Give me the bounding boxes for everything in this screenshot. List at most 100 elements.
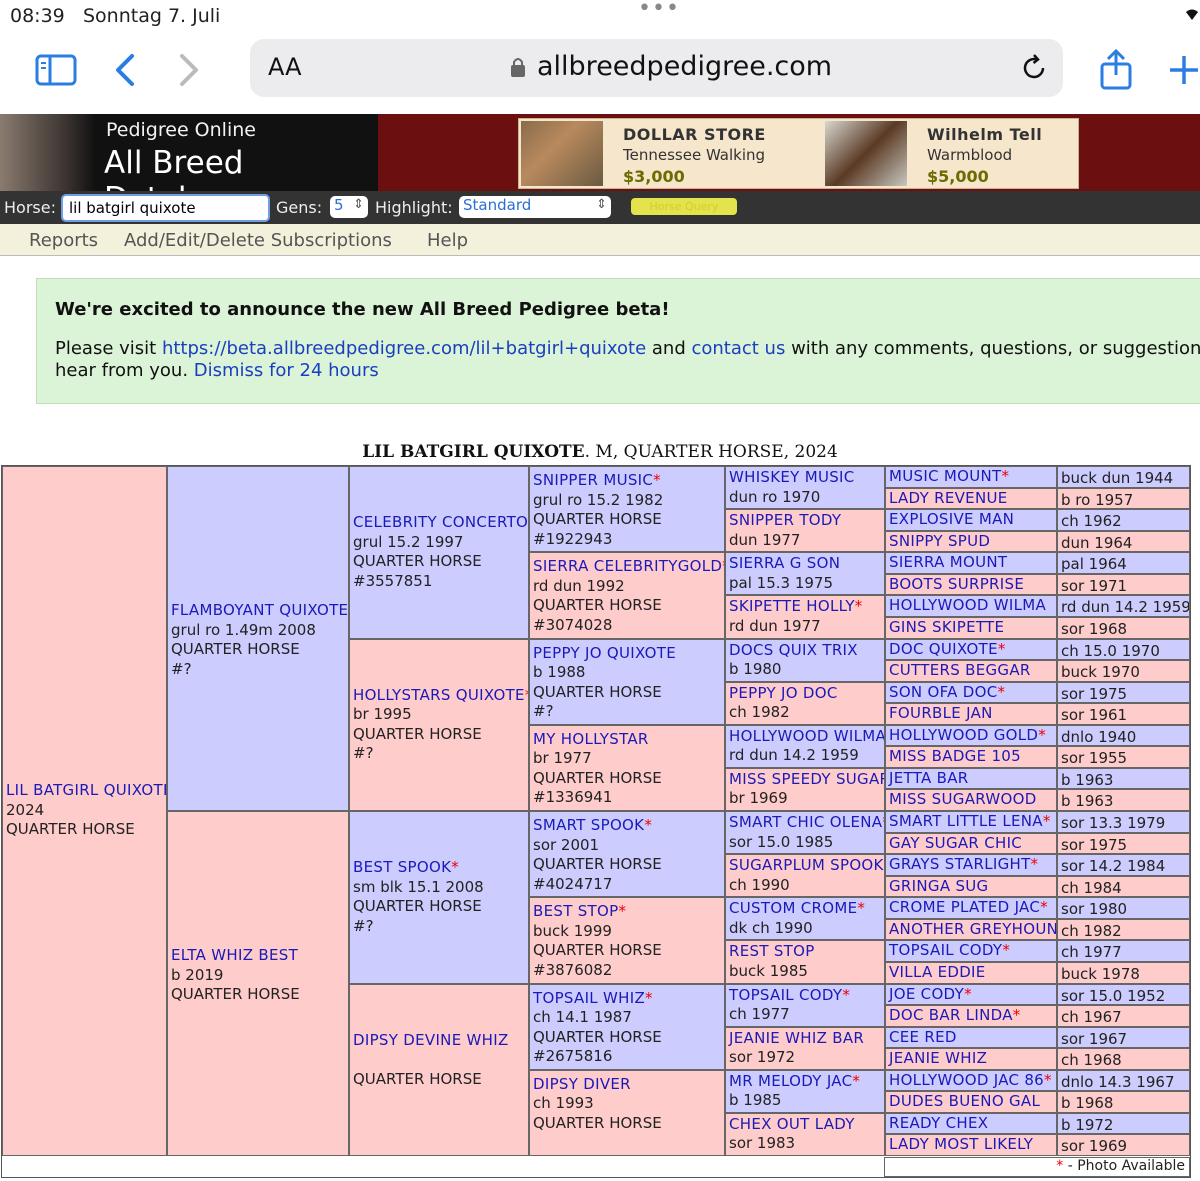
horse-name-link[interactable]: EXPLOSIVE MAN: [889, 510, 1014, 528]
horse-name-link[interactable]: CUTTERS BEGGAR: [889, 661, 1031, 679]
horse-name-link[interactable]: GAY SUGAR CHIC: [889, 834, 1022, 852]
horse-name-link[interactable]: JEANIE WHIZ: [889, 1049, 987, 1067]
horse-name-link[interactable]: PEPPY JO QUIXOTE: [533, 644, 676, 662]
contact-link[interactable]: contact us: [691, 338, 785, 359]
url-text[interactable]: allbreedpedigree.com: [537, 51, 832, 82]
horse-name-link[interactable]: DOCS QUIX TRIX: [729, 641, 858, 659]
menu-subscriptions[interactable]: Add/Edit/Delete Subscriptions: [124, 230, 392, 251]
photo-star-icon[interactable]: *: [1013, 1006, 1021, 1024]
horse-name-link[interactable]: GINS SKIPETTE: [889, 618, 1004, 636]
horse-name-link[interactable]: TOPSAIL CODY: [729, 986, 842, 1004]
horse-name-link[interactable]: TOPSAIL WHIZ: [533, 989, 645, 1007]
horse-name-link[interactable]: MISS BADGE 105: [889, 747, 1021, 765]
photo-star-icon[interactable]: *: [653, 471, 661, 489]
horse-name-link[interactable]: JOE CODY: [889, 985, 964, 1003]
new-tab-icon[interactable]: [1162, 48, 1200, 92]
reload-icon[interactable]: [1019, 53, 1049, 83]
photo-star-icon[interactable]: *: [644, 816, 652, 834]
horse-search-input[interactable]: [61, 194, 270, 222]
ad-item[interactable]: DOLLAR STORE Tennessee Walking $3,000: [519, 119, 819, 188]
horse-name-link[interactable]: GRAYS STARLIGHT: [889, 855, 1031, 873]
photo-star-icon[interactable]: *: [1043, 812, 1051, 830]
photo-star-icon[interactable]: *: [1031, 855, 1039, 873]
horse-name-link[interactable]: DIPSY DIVER: [533, 1075, 631, 1093]
horse-name-link[interactable]: VILLA EDDIE: [889, 963, 986, 981]
horse-name-link[interactable]: SON OFA DOC: [889, 683, 998, 701]
horse-name-link[interactable]: SMART SPOOK: [533, 816, 644, 834]
horse-query-button[interactable]: Horse Query: [631, 198, 737, 215]
horse-name-link[interactable]: DOC QUIXOTE: [889, 640, 998, 658]
photo-star-icon[interactable]: *: [1040, 898, 1048, 916]
photo-star-icon[interactable]: *: [998, 640, 1006, 658]
ad-item[interactable]: Wilhelm Tell Warmblood $5,000: [823, 119, 1079, 188]
horse-name-link[interactable]: MISS SUGARWOOD: [889, 790, 1037, 808]
horse-name-link[interactable]: DIPSY DEVINE WHIZ: [353, 1031, 509, 1049]
sidebar-icon[interactable]: [34, 48, 78, 92]
horse-name-link[interactable]: READY CHEX: [889, 1114, 988, 1132]
horse-name-link[interactable]: BEST STOP: [533, 902, 618, 920]
forward-icon[interactable]: [166, 48, 210, 92]
photo-star-icon[interactable]: *: [1038, 726, 1046, 744]
share-icon[interactable]: [1094, 48, 1138, 92]
horse-name-link[interactable]: BEST SPOOK: [353, 858, 451, 876]
horse-name-link[interactable]: SUGARPLUM SPOOK: [729, 856, 884, 874]
horse-name-link[interactable]: LADY REVENUE: [889, 489, 1008, 507]
horse-name-link[interactable]: SMART LITTLE LENA: [889, 812, 1043, 830]
photo-star-icon[interactable]: *: [451, 858, 459, 876]
photo-star-icon[interactable]: *: [857, 899, 865, 917]
horse-name-link[interactable]: GRINGA SUG: [889, 877, 988, 895]
multitasking-dots-icon[interactable]: •••: [638, 0, 680, 21]
photo-star-icon[interactable]: *: [852, 1072, 860, 1090]
menu-reports[interactable]: Reports: [29, 230, 98, 251]
horse-name-link[interactable]: ELTA WHIZ BEST: [171, 946, 298, 964]
horse-name-link[interactable]: MR MELODY JAC: [729, 1072, 852, 1090]
highlight-select[interactable]: Standard ⇕: [459, 196, 611, 218]
gens-select[interactable]: 5 ⇕: [330, 196, 368, 218]
horse-name-link[interactable]: HOLLYWOOD JAC 86: [889, 1071, 1044, 1089]
menu-help[interactable]: Help: [427, 230, 468, 251]
photo-star-icon[interactable]: *: [645, 989, 653, 1007]
horse-name-link[interactable]: JETTA BAR: [889, 769, 969, 787]
horse-name-link[interactable]: BOOTS SURPRISE: [889, 575, 1024, 593]
horse-name-link[interactable]: MY HOLLYSTAR: [533, 730, 649, 748]
horse-name-link[interactable]: FLAMBOYANT QUIXOTE: [171, 601, 348, 619]
photo-star-icon[interactable]: *: [1002, 467, 1010, 485]
horse-name-link[interactable]: SMART CHIC OLENA: [729, 813, 882, 831]
photo-star-icon[interactable]: *: [842, 986, 850, 1004]
photo-star-icon[interactable]: *: [1044, 1071, 1052, 1089]
dismiss-link[interactable]: Dismiss for 24 hours: [194, 360, 379, 381]
horse-name-link[interactable]: SNIPPY SPUD: [889, 532, 990, 550]
horse-name-link[interactable]: CEE RED: [889, 1028, 957, 1046]
horse-name-link[interactable]: TOPSAIL CODY: [889, 941, 1002, 959]
horse-name-link[interactable]: SIERRA G SON: [729, 554, 840, 572]
horse-name-link[interactable]: LADY MOST LIKELY: [889, 1135, 1033, 1153]
photo-star-icon[interactable]: *: [964, 985, 972, 1003]
horse-name-link[interactable]: SIERRA CELEBRITYGOLD: [533, 557, 722, 575]
horse-name-link[interactable]: HOLLYWOOD GOLD: [889, 726, 1038, 744]
horse-name-link[interactable]: LIL BATGIRL QUIXOTE: [6, 781, 166, 799]
horse-name-link[interactable]: MUSIC MOUNT: [889, 467, 1002, 485]
photo-star-icon[interactable]: *: [998, 683, 1006, 701]
horse-name-link[interactable]: SNIPPER TODY: [729, 511, 841, 529]
photo-star-icon[interactable]: *: [618, 902, 626, 920]
horse-name-link[interactable]: HOLLYWOOD WILMA: [729, 727, 884, 745]
site-logo[interactable]: Pedigree Online All Breed Database: [0, 114, 378, 191]
horse-name-link[interactable]: JEANIE WHIZ BAR: [729, 1029, 864, 1047]
horse-name-link[interactable]: HOLLYWOOD WILMA: [889, 596, 1046, 614]
address-bar[interactable]: AA allbreedpedigree.com: [250, 39, 1063, 97]
horse-name-link[interactable]: CELEBRITY CONCERTO: [353, 513, 528, 531]
photo-star-icon[interactable]: *: [855, 597, 863, 615]
horse-name-link[interactable]: CROME PLATED JAC: [889, 898, 1040, 916]
horse-name-link[interactable]: DOC BAR LINDA: [889, 1006, 1013, 1024]
horse-name-link[interactable]: SIERRA MOUNT: [889, 553, 1007, 571]
back-icon[interactable]: [104, 48, 148, 92]
horse-name-link[interactable]: REST STOP: [729, 942, 815, 960]
horse-name-link[interactable]: CHEX OUT LADY: [729, 1115, 855, 1133]
horse-name-link[interactable]: CUSTOM CROME: [729, 899, 857, 917]
beta-link[interactable]: https://beta.allbreedpedigree.com/lil+ba…: [162, 338, 646, 359]
text-size-button[interactable]: AA: [268, 53, 302, 81]
photo-star-icon[interactable]: *: [1002, 941, 1010, 959]
horse-name-link[interactable]: ANOTHER GREYHOUND: [889, 920, 1056, 938]
horse-name-link[interactable]: DUDES BUENO GAL: [889, 1092, 1040, 1110]
horse-name-link[interactable]: WHISKEY MUSIC: [729, 468, 855, 486]
